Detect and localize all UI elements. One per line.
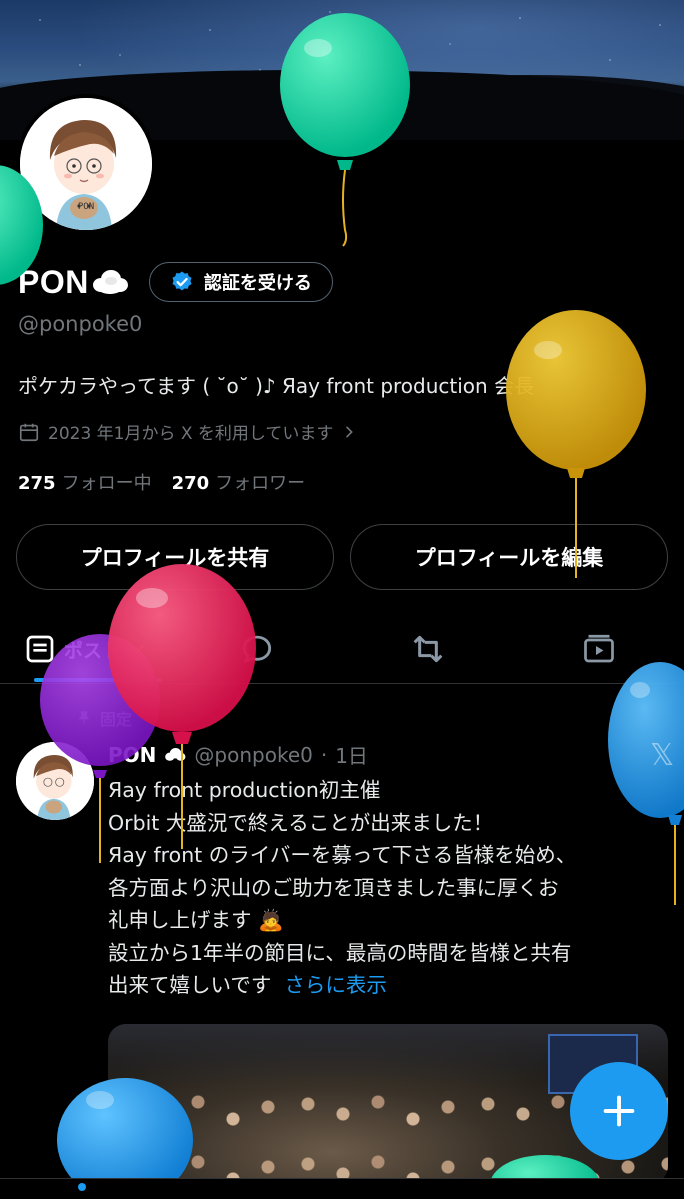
balloon-green-left <box>0 165 43 285</box>
balloon-green <box>280 13 410 247</box>
compose-button[interactable] <box>570 1062 668 1160</box>
x-logo-icon: 𝕏 <box>650 738 674 773</box>
bottom-nav-bar <box>0 1178 684 1199</box>
plus-icon <box>603 1095 635 1127</box>
balloon-pink <box>108 564 256 849</box>
balloon-blue-right: 𝕏 <box>608 662 684 905</box>
home-indicator-dot <box>78 1183 86 1191</box>
balloons-overlay: 𝕏 <box>0 13 684 1199</box>
balloon-yellow <box>506 310 646 578</box>
